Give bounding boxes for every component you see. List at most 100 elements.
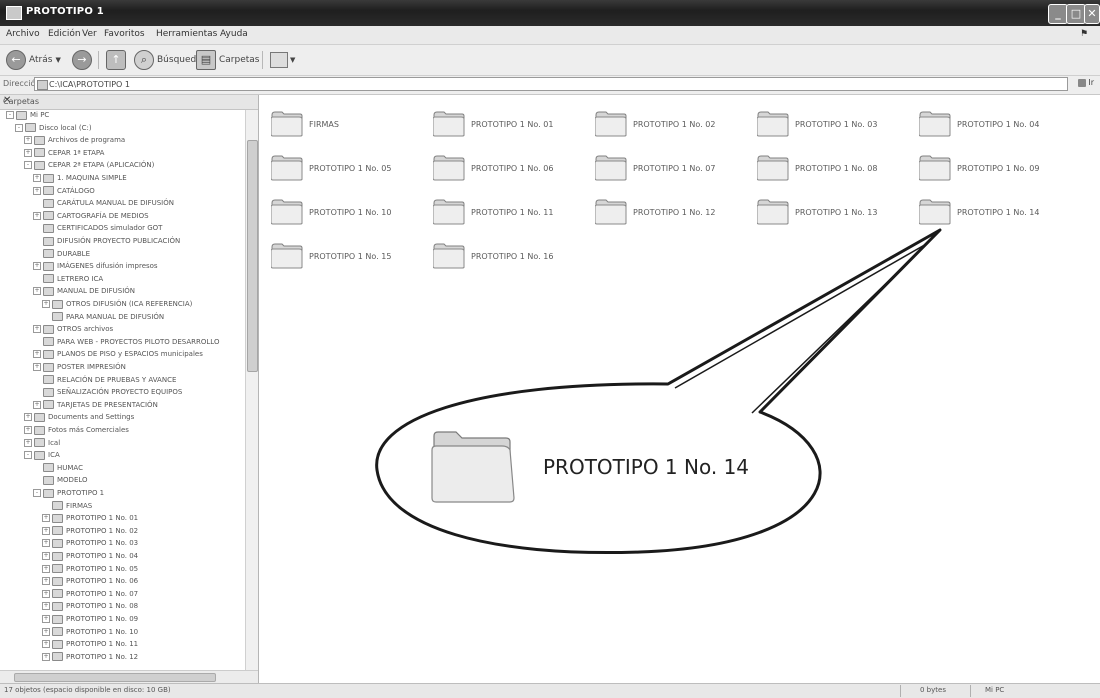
expand-icon[interactable]: + — [33, 262, 41, 271]
tree-item[interactable]: + TARJETAS DE PRESENTACIÓN — [33, 400, 158, 410]
tree-item[interactable]: SEÑALIZACIÓN PROYECTO EQUIPOS — [33, 387, 182, 397]
minimize-button[interactable]: _ — [1048, 4, 1068, 24]
menu-herramientas[interactable]: Herramientas — [156, 29, 217, 39]
collapse-icon[interactable]: - — [24, 161, 32, 170]
folder-item[interactable]: PROTOTIPO 1 No. 08 — [756, 151, 877, 185]
expand-icon[interactable]: + — [24, 148, 32, 157]
tree-item[interactable]: CERTIFICADOS simulador GOT — [33, 223, 162, 233]
folder-item[interactable]: PROTOTIPO 1 No. 03 — [756, 107, 877, 141]
expand-icon[interactable]: + — [42, 652, 50, 661]
folder-item[interactable]: PROTOTIPO 1 No. 01 — [432, 107, 553, 141]
close-button[interactable]: ✕ — [1084, 4, 1100, 24]
tree-item[interactable]: + OTROS archivos — [33, 324, 113, 334]
tree-item[interactable]: + PROTOTIPO 1 No. 10 — [42, 627, 138, 637]
tree-horizontal-scrollbar[interactable] — [0, 670, 258, 683]
scroll-thumb[interactable] — [14, 673, 216, 682]
expand-icon[interactable]: + — [42, 514, 50, 523]
tree-item[interactable]: + MANUAL DE DIFUSIÓN — [33, 286, 135, 296]
tree-item[interactable]: - PROTOTIPO 1 — [33, 488, 104, 498]
folder-item[interactable]: PROTOTIPO 1 No. 09 — [918, 151, 1039, 185]
views-button[interactable]: ▼ — [270, 49, 295, 71]
expand-icon[interactable]: + — [33, 325, 41, 334]
tree-item[interactable]: + Archivos de programa — [24, 135, 125, 145]
expand-icon[interactable]: + — [33, 400, 41, 409]
folder-item[interactable]: PROTOTIPO 1 No. 07 — [594, 151, 715, 185]
folder-item[interactable]: PROTOTIPO 1 No. 12 — [594, 195, 715, 229]
expand-icon[interactable]: + — [24, 426, 32, 434]
folder-item[interactable]: PROTOTIPO 1 No. 16 — [432, 239, 553, 273]
go-button[interactable]: Ir — [1077, 78, 1094, 87]
expand-icon[interactable]: + — [33, 350, 41, 359]
expand-icon[interactable]: + — [42, 577, 50, 586]
folder-item[interactable]: PROTOTIPO 1 No. 13 — [756, 195, 877, 229]
expand-icon[interactable]: + — [42, 615, 50, 623]
tree-item[interactable]: + PROTOTIPO 1 No. 03 — [42, 538, 138, 548]
expand-icon[interactable]: + — [42, 300, 50, 308]
folder-item[interactable]: PROTOTIPO 1 No. 04 — [918, 107, 1039, 141]
tree-item[interactable]: + OTROS DIFUSIÓN (ICA REFERENCIA) — [42, 299, 192, 309]
tree-vertical-scrollbar[interactable] — [245, 110, 258, 670]
folder-item[interactable]: PROTOTIPO 1 No. 15 — [270, 239, 391, 273]
folders-button[interactable]: ▤ Carpetas — [196, 49, 259, 71]
tree-item[interactable]: PARA MANUAL DE DIFUSIÓN — [42, 312, 164, 322]
tree-item[interactable]: + PROTOTIPO 1 No. 11 — [42, 639, 138, 649]
expand-icon[interactable]: + — [33, 287, 41, 296]
tree-item[interactable]: + PROTOTIPO 1 No. 02 — [42, 526, 138, 536]
tree-item[interactable]: HUMAC — [33, 463, 83, 473]
close-pane-button[interactable]: ✕ — [3, 95, 248, 106]
tree-item[interactable]: + Fotos más Comerciales — [24, 425, 129, 435]
expand-icon[interactable]: + — [42, 564, 50, 573]
expand-icon[interactable]: + — [33, 174, 41, 182]
tree-item[interactable]: MODELO — [33, 475, 88, 485]
up-button[interactable]: ↑ — [106, 49, 129, 71]
tree-item[interactable]: + PROTOTIPO 1 No. 04 — [42, 551, 138, 561]
expand-icon[interactable]: + — [42, 589, 50, 598]
collapse-icon[interactable]: - — [15, 123, 23, 132]
menu-ayuda[interactable]: Ayuda — [220, 29, 248, 39]
tree-item[interactable]: + POSTER IMPRESIÓN — [33, 362, 126, 372]
folder-item[interactable]: PROTOTIPO 1 No. 05 — [270, 151, 391, 185]
expand-icon[interactable]: + — [33, 186, 41, 195]
folder-item[interactable]: PROTOTIPO 1 No. 14 — [918, 195, 1039, 229]
tree-item[interactable]: + CATÁLOGO — [33, 186, 95, 196]
menu-ver[interactable]: Ver — [82, 29, 97, 39]
tree-item[interactable]: FIRMAS — [42, 501, 92, 511]
tree-item[interactable]: +1. MAQUINA SIMPLE — [33, 173, 127, 183]
expand-icon[interactable]: + — [42, 552, 50, 560]
tree-item[interactable]: - Disco local (C:) — [15, 123, 92, 133]
tree-item[interactable]: + CARTOGRAFÍA DE MEDIOS — [33, 211, 149, 221]
folder-item[interactable]: FIRMAS — [270, 107, 339, 141]
expand-icon[interactable]: + — [24, 438, 32, 447]
tree-item[interactable]: + PLANOS DE PISO y ESPACIOS municipales — [33, 349, 203, 359]
expand-icon[interactable]: + — [33, 363, 41, 371]
tree-item[interactable]: DURABLE — [33, 249, 90, 259]
menu-archivo[interactable]: Archivo — [6, 29, 40, 39]
menu-favoritos[interactable]: Favoritos — [104, 29, 145, 39]
folder-item[interactable]: PROTOTIPO 1 No. 06 — [432, 151, 553, 185]
folder-item[interactable]: PROTOTIPO 1 No. 10 — [270, 195, 391, 229]
tree-item[interactable]: CARÁTULA MANUAL DE DIFUSIÓN — [33, 198, 174, 208]
tree-item[interactable]: PARA WEB - PROYECTOS PILOTO DESARROLLO — [33, 337, 219, 347]
tree-item[interactable]: + PROTOTIPO 1 No. 07 — [42, 589, 138, 599]
maximize-button[interactable]: □ — [1066, 4, 1086, 24]
folder-item[interactable]: PROTOTIPO 1 No. 02 — [594, 107, 715, 141]
tree-item[interactable]: DIFUSIÓN PROYECTO PUBLICACIÓN — [33, 236, 180, 246]
expand-icon[interactable]: + — [33, 211, 41, 220]
expand-icon[interactable]: + — [24, 413, 32, 422]
expand-icon[interactable]: + — [42, 539, 50, 548]
forward-button[interactable]: → — [72, 49, 95, 71]
tree-item[interactable]: + Ical — [24, 438, 60, 448]
scroll-thumb[interactable] — [247, 140, 258, 372]
expand-icon[interactable]: + — [24, 136, 32, 145]
folder-item[interactable]: PROTOTIPO 1 No. 11 — [432, 195, 553, 229]
tree-item[interactable]: LETRERO ICA — [33, 274, 103, 284]
tree-item[interactable]: + Documents and Settings — [24, 412, 134, 422]
tree-item[interactable]: + PROTOTIPO 1 No. 01 — [42, 513, 138, 523]
tree-item[interactable]: + PROTOTIPO 1 No. 08 — [42, 601, 138, 611]
tree-item[interactable]: + PROTOTIPO 1 No. 06 — [42, 576, 138, 586]
tree-item[interactable]: - Mi PC — [6, 110, 49, 120]
tree-item[interactable]: + PROTOTIPO 1 No. 09 — [42, 614, 138, 624]
address-field[interactable]: C:\ICA\PROTOTIPO 1 — [34, 77, 1068, 91]
tree-item[interactable]: RELACIÓN DE PRUEBAS Y AVANCE — [33, 375, 176, 385]
expand-icon[interactable]: + — [42, 526, 50, 535]
